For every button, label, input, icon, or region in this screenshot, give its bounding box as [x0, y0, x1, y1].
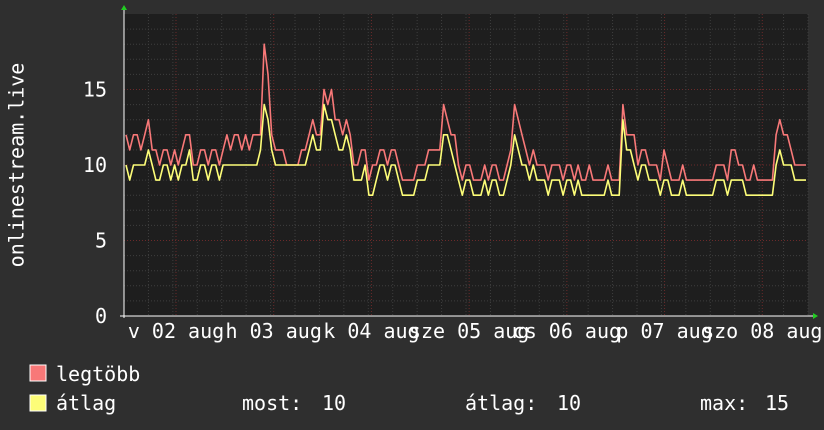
y-tick-label: 10: [83, 153, 107, 177]
legend-label-avg: átlag: [56, 391, 116, 415]
y-axis-label: onlinestream.live: [5, 63, 29, 268]
legend-swatch-max: [29, 364, 47, 382]
legend-label-max: legtöbb: [56, 362, 140, 386]
legend-swatch-avg: [29, 394, 47, 412]
x-tick-label: k 04 aug: [323, 319, 419, 343]
x-tick-label: p 07 aug: [616, 319, 712, 343]
y-tick-label: 0: [95, 304, 107, 328]
summary-most-label: most:: [242, 391, 302, 415]
summary-max-value: 15: [765, 391, 789, 415]
x-tick-label: sze 05 aug: [409, 319, 529, 343]
x-tick-label: v 02 aug: [128, 319, 224, 343]
x-tick-label: h 03 aug: [226, 319, 322, 343]
summary-atlag-label: átlag:: [465, 391, 537, 415]
summary-atlag-value: 10: [557, 391, 581, 415]
x-tick-label: cs 06 aug: [513, 319, 621, 343]
chart: 0 5 10 15 v 02 aug h 03 aug k 04 augsze 05 au…: [0, 0, 824, 430]
y-tick-label: 15: [83, 78, 107, 102]
x-tick-label: szo 08 aug: [702, 319, 822, 343]
summary-max-label: max:: [700, 391, 748, 415]
y-tick-label: 5: [95, 229, 107, 253]
summary-most-value: 10: [322, 391, 346, 415]
x-tick-labels: v 02 aug h 03 aug k 04 augsze 05 augcs 06 …: [128, 319, 823, 343]
